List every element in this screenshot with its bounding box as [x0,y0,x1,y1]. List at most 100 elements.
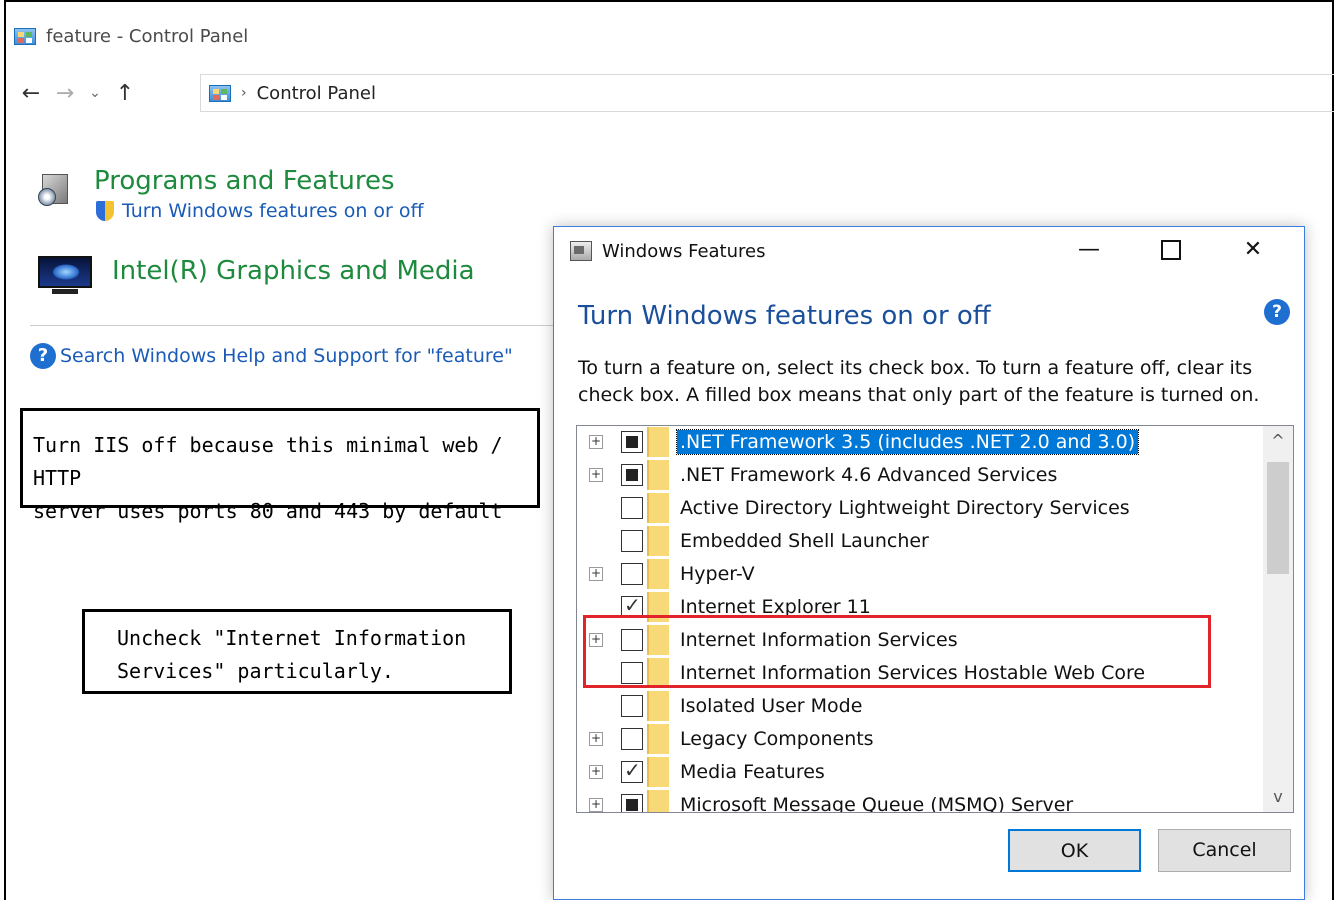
annotation-iis-ports: Turn IIS off because this minimal web / … [20,408,540,523]
folder-icon [647,591,669,622]
folder-icon [647,690,669,721]
description-line: To turn a feature on, select its check b… [578,357,1253,379]
annotation-line: Services" particularly. [117,659,394,683]
feature-row[interactable]: Internet Explorer 11 [577,590,1257,623]
search-windows-help-link[interactable]: Search Windows Help and Support for "fea… [60,345,513,367]
expand-plus-icon[interactable]: + [589,731,603,746]
folder-icon [647,624,669,655]
folder-icon [647,789,669,812]
vertical-scrollbar[interactable]: ^ v [1263,426,1293,812]
results-divider [30,325,553,326]
control-panel-icon [209,84,231,102]
expand-plus-icon[interactable]: + [589,434,603,449]
feature-checkbox[interactable] [621,661,643,684]
feature-checkbox[interactable] [621,593,643,618]
feature-row[interactable]: + .NET Framework 4.6 Advanced Services [577,458,1257,491]
folder-icon [647,657,669,688]
scroll-up-icon[interactable]: ^ [1263,426,1293,456]
dialog-description: To turn a feature on, select its check b… [578,355,1278,409]
breadcrumb-separator-icon: › [241,85,247,101]
back-arrow-icon[interactable]: ← [14,81,48,106]
folder-icon [647,756,669,787]
feature-checkbox[interactable] [621,430,643,453]
feature-row[interactable]: + Internet Information Services [577,623,1257,656]
feature-checkbox[interactable] [621,529,643,552]
dialog-help-icon[interactable]: ? [1264,299,1290,325]
feature-checkbox[interactable] [621,562,643,585]
dialog-title: Windows Features [602,240,766,262]
scroll-thumb[interactable] [1267,462,1289,574]
feature-label[interactable]: Embedded Shell Launcher [677,529,932,553]
expand-plus-icon[interactable]: + [589,632,603,647]
result-title[interactable]: Programs and Features [94,166,424,196]
result-title[interactable]: Intel(R) Graphics and Media [112,256,475,286]
feature-label[interactable]: Internet Explorer 11 [677,595,874,619]
feature-label[interactable]: .NET Framework 3.5 (includes .NET 2.0 an… [675,428,1140,455]
result-programs-and-features: Programs and Features Turn Windows featu… [36,166,424,222]
scroll-down-icon[interactable]: v [1263,782,1293,812]
programs-and-features-icon [36,166,76,210]
feature-row[interactable]: Isolated User Mode [577,689,1257,722]
ok-button[interactable]: OK [1008,829,1141,872]
feature-row[interactable]: + .NET Framework 3.5 (includes .NET 2.0 a… [577,426,1257,458]
feature-checkbox[interactable] [621,727,643,750]
feature-checkbox[interactable] [621,496,643,519]
up-arrow-icon[interactable]: ↑ [108,81,142,106]
feature-label[interactable]: Media Features [677,760,828,784]
expand-plus-icon[interactable]: + [589,467,603,482]
turn-windows-features-link[interactable]: Turn Windows features on or off [122,200,424,222]
intel-graphics-monitor-icon [36,256,94,296]
title-bar: feature - Control Panel [14,20,248,52]
feature-checkbox[interactable] [621,793,643,812]
annotation-line: server uses ports 80 and 443 by default [33,499,503,523]
forward-arrow-icon[interactable]: → [48,81,82,106]
feature-row[interactable]: Internet Information Services Hostable W… [577,656,1257,689]
dialog-title-bar[interactable]: Windows Features — ✕ [554,227,1304,275]
annotation-uncheck-iis: Uncheck "Internet Information Services" … [82,609,512,694]
feature-label[interactable]: Internet Information Services [677,628,961,652]
feature-label[interactable]: Legacy Components [677,727,877,751]
windows-features-dialog: Windows Features — ✕ Turn Windows featur… [553,226,1305,900]
feature-label[interactable]: Isolated User Mode [677,694,865,718]
windows-features-icon [570,241,592,261]
control-panel-icon [14,27,36,45]
help-question-icon: ? [30,343,56,369]
feature-label[interactable]: Internet Information Services Hostable W… [677,661,1148,685]
folder-icon [647,492,669,523]
breadcrumb-control-panel[interactable]: Control Panel [257,83,376,104]
annotation-line: Uncheck "Internet Information [117,626,467,650]
feature-row[interactable]: + Microsoft Message Queue (MSMQ) Server [577,788,1257,813]
feature-row[interactable]: + Hyper-V [577,557,1257,590]
expand-plus-icon[interactable]: + [589,797,603,812]
feature-label[interactable]: .NET Framework 4.6 Advanced Services [677,463,1060,487]
feature-checkbox[interactable] [621,463,643,486]
feature-label[interactable]: Active Directory Lightweight Directory S… [677,496,1133,520]
navigation-bar: ← → ⌄ ↑ › Control Panel [14,74,1334,112]
folder-icon [647,558,669,589]
feature-checkbox[interactable] [621,758,643,783]
feature-checkbox[interactable] [621,694,643,717]
features-tree[interactable]: + Microsoft Message Queue (MSMQ) Server + M… [576,425,1294,813]
help-search-row: ? Search Windows Help and Support for "f… [30,343,513,369]
feature-row[interactable]: + Legacy Components [577,722,1257,755]
folder-icon [647,426,669,457]
annotation-line: Turn IIS off because this minimal web / … [33,433,503,490]
feature-label[interactable]: Hyper-V [677,562,758,586]
folder-icon [647,525,669,556]
cancel-button[interactable]: Cancel [1158,829,1291,872]
address-bar[interactable]: › Control Panel [200,74,1334,112]
feature-row[interactable]: Active Directory Lightweight Directory S… [577,491,1257,524]
feature-row[interactable]: + Media Features [577,755,1257,788]
feature-label[interactable]: Microsoft Message Queue (MSMQ) Server [677,793,1076,813]
close-button[interactable]: ✕ [1212,227,1294,275]
maximize-button[interactable] [1130,227,1212,275]
feature-row[interactable]: Embedded Shell Launcher [577,524,1257,557]
minimize-button[interactable]: — [1048,227,1130,275]
result-intel-graphics: Intel(R) Graphics and Media [36,256,475,296]
dialog-heading: Turn Windows features on or off [578,301,991,331]
recent-locations-chevron-icon[interactable]: ⌄ [82,85,108,101]
window-title: feature - Control Panel [46,25,249,47]
expand-plus-icon[interactable]: + [589,566,603,581]
expand-plus-icon[interactable]: + [589,764,603,779]
feature-checkbox[interactable] [621,628,643,651]
